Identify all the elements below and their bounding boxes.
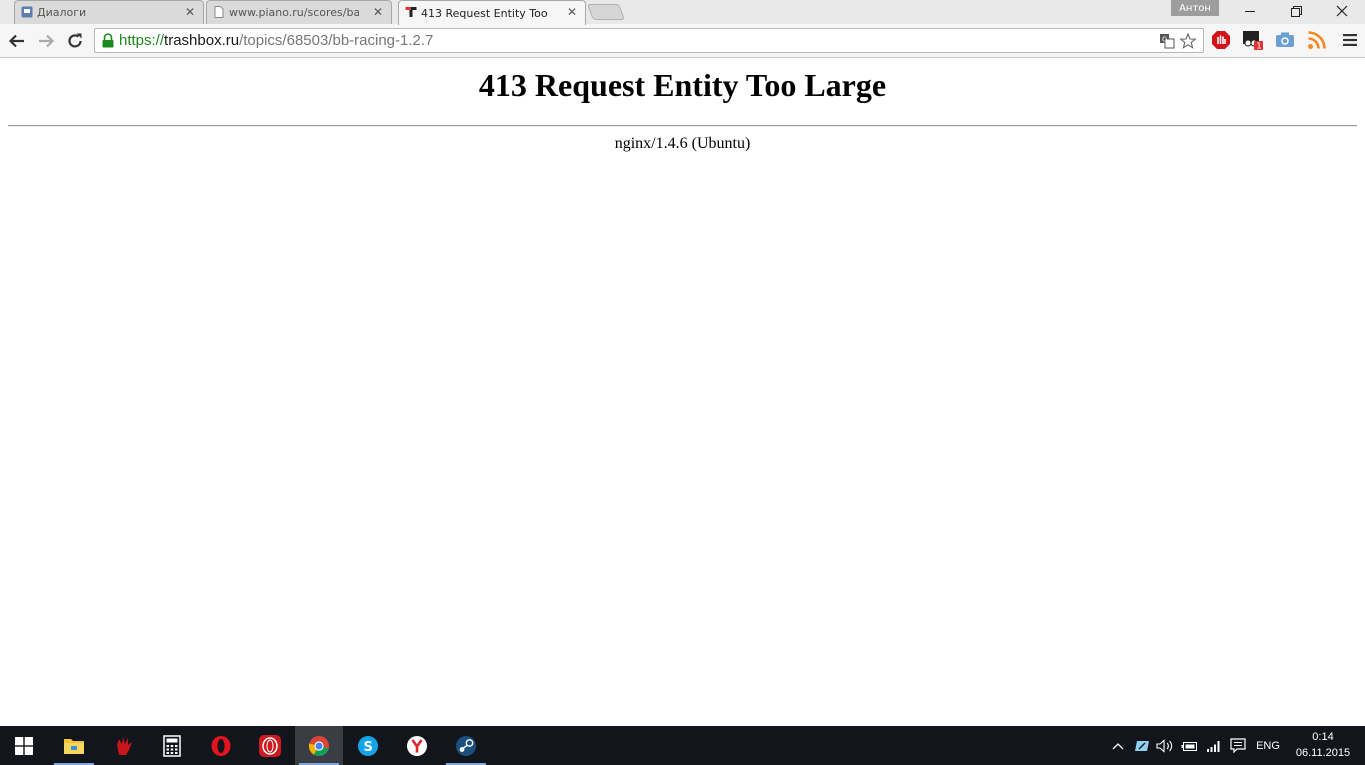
divider (8, 125, 1357, 127)
taskbar-calculator[interactable] (148, 726, 196, 765)
minimize-button[interactable] (1227, 0, 1273, 22)
close-icon[interactable]: ✕ (185, 5, 195, 19)
tab-dialogs[interactable]: Диалоги ✕ (14, 0, 204, 24)
language-indicator[interactable]: ENG (1254, 726, 1282, 765)
tray-network[interactable] (1203, 726, 1225, 765)
ghostery-extension[interactable]: 1 (1242, 29, 1264, 51)
menu-button[interactable] (1339, 29, 1361, 51)
clock[interactable]: 0:14 06.11.2015 (1290, 729, 1356, 761)
page-content: 413 Request Entity Too Large nginx/1.4.6… (0, 59, 1365, 726)
minimize-icon (1245, 11, 1255, 12)
tab-title: Диалоги (37, 6, 87, 19)
chrome-icon (308, 735, 329, 756)
reload-button[interactable] (63, 29, 87, 53)
tab-title: www.piano.ru/scores/bach (229, 6, 359, 19)
message-icon (1230, 738, 1246, 753)
svg-text:S: S (364, 740, 373, 755)
tab-413[interactable]: 413 Request Entity Too Large ✕ (398, 0, 586, 25)
tab-title: 413 Request Entity Too Large (421, 6, 551, 20)
taskbar-yandex[interactable] (393, 726, 441, 765)
server-info: nginx/1.4.6 (Ubuntu) (614, 135, 751, 152)
screenshot-extension[interactable] (1274, 29, 1296, 51)
taskbar-chrome[interactable] (295, 726, 343, 765)
hamburger-icon (1343, 34, 1357, 46)
taskbar-bloody[interactable] (100, 726, 148, 765)
reload-icon (68, 33, 82, 48)
svg-text:1: 1 (1257, 42, 1262, 51)
chevron-up-icon (1112, 742, 1124, 749)
rss-icon (1308, 31, 1326, 49)
page-title: 413 Request Entity Too Large (478, 67, 887, 103)
close-icon[interactable]: ✕ (373, 5, 383, 19)
restore-icon (1290, 5, 1302, 17)
cloud-sync-icon (1135, 740, 1149, 751)
camera-icon (1276, 32, 1294, 47)
start-button[interactable] (0, 726, 48, 765)
translate-icon[interactable]: G (1159, 33, 1175, 49)
start-icon (15, 736, 33, 755)
battery-icon (1181, 741, 1197, 751)
taskbar-skype[interactable]: S (344, 726, 392, 765)
opera-red-icon (259, 734, 281, 757)
svg-text:G: G (1162, 36, 1167, 44)
trashbox-icon (405, 7, 417, 17)
show-hidden-icons[interactable] (1108, 726, 1128, 765)
skype-icon: S (358, 735, 378, 756)
taskbar-opera-developer[interactable] (246, 726, 294, 765)
taskbar-opera[interactable] (197, 726, 245, 765)
browser-toolbar: https://trashbox.ru/topics/68503/bb-raci… (0, 24, 1365, 58)
arrow-right-icon (39, 34, 55, 48)
speaker-icon (1156, 738, 1173, 753)
arrow-left-icon (8, 34, 24, 48)
file-explorer-icon (64, 738, 84, 754)
url-path: /topics/68503/bb-racing-1.2.7 (239, 32, 434, 49)
signal-icon (1207, 740, 1220, 752)
ghostery-icon: 1 (1243, 31, 1263, 51)
star-icon[interactable] (1180, 33, 1196, 49)
rss-extension[interactable] (1306, 29, 1328, 51)
taskbar-file-explorer[interactable] (50, 726, 98, 765)
clock-time: 0:14 (1312, 731, 1334, 743)
close-icon[interactable]: ✕ (567, 5, 577, 19)
adblock-extension[interactable] (1210, 29, 1232, 51)
address-bar[interactable]: https://trashbox.ru/topics/68503/bb-raci… (94, 28, 1204, 53)
lock-icon[interactable] (101, 33, 115, 48)
opera-icon (211, 735, 231, 756)
close-window-button[interactable] (1319, 0, 1365, 22)
adblock-icon (1212, 31, 1230, 49)
tray-volume[interactable] (1155, 726, 1175, 765)
chat-icon (21, 6, 33, 18)
calculator-icon (163, 734, 181, 757)
profile-button[interactable]: Антон (1171, 0, 1219, 16)
new-tab-button[interactable] (587, 4, 625, 20)
page-icon (214, 6, 224, 18)
tray-onedrive[interactable] (1131, 726, 1153, 765)
bloody-mouse-icon (117, 736, 132, 755)
tray-battery[interactable] (1179, 726, 1201, 765)
restore-button[interactable] (1273, 0, 1319, 22)
taskbar-steam[interactable] (442, 726, 490, 765)
forward-button[interactable] (34, 29, 58, 53)
url-host: trashbox.ru (164, 32, 240, 49)
taskbar: S ENG 0:14 06.11.2015 (0, 726, 1365, 765)
steam-icon (456, 735, 476, 756)
title-bar: Диалоги ✕ www.piano.ru/scores/bach ✕ 413… (0, 0, 1365, 25)
tab-piano[interactable]: www.piano.ru/scores/bach ✕ (206, 0, 392, 24)
clock-date: 06.11.2015 (1295, 747, 1351, 759)
back-button[interactable] (5, 29, 29, 53)
url-scheme: https:// (119, 32, 165, 49)
tray-notifications[interactable] (1227, 726, 1249, 765)
yandex-browser-icon (407, 735, 427, 756)
close-icon (1336, 5, 1348, 17)
